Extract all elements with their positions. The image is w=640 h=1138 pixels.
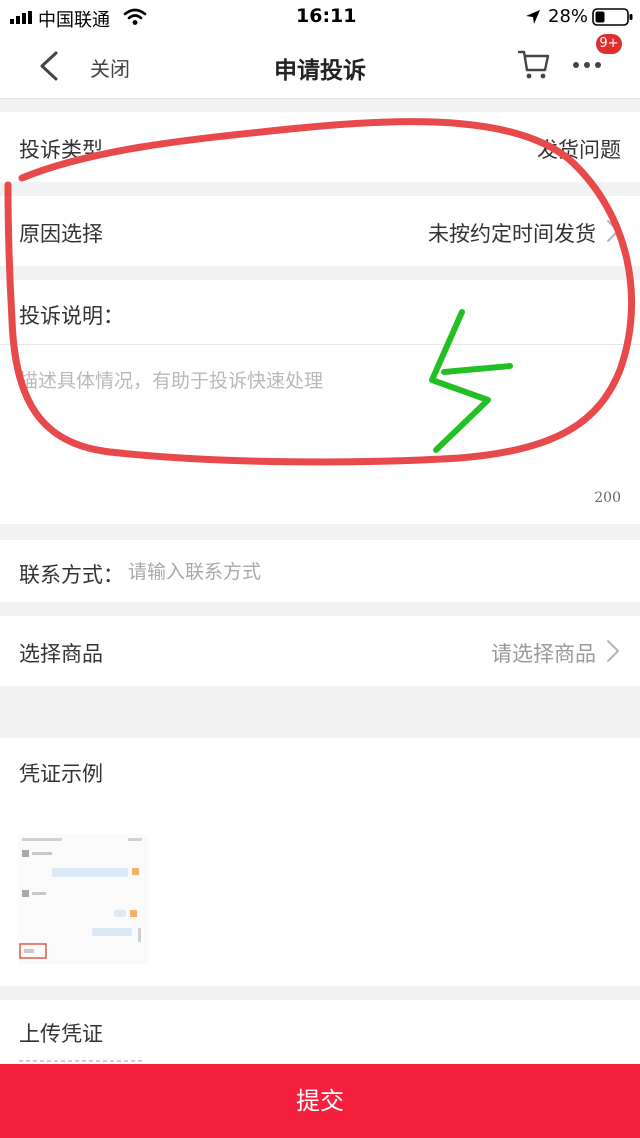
more-dots-icon (573, 62, 601, 68)
select-product-row[interactable]: 选择商品 请选择商品 (0, 616, 640, 686)
description-textarea[interactable] (19, 366, 619, 476)
complaint-type-value: 发货问题 (537, 138, 621, 162)
select-product-label: 选择商品 (19, 642, 103, 666)
back-button[interactable] (36, 50, 60, 82)
char-limit: 200 (594, 490, 621, 506)
voucher-example-section: 凭证示例 (0, 738, 640, 986)
status-time: 16:11 (296, 5, 357, 27)
description-section: 投诉说明： 200 (0, 280, 640, 524)
location-arrow-icon (526, 10, 540, 24)
divider (0, 344, 640, 345)
complaint-type-row[interactable]: 投诉类型 发货问题 (0, 112, 640, 182)
reason-row[interactable]: 原因选择 未按约定时间发货 (0, 196, 640, 266)
status-bar: 中国联通 16:11 28% (0, 0, 640, 34)
select-product-value: 请选择商品 (491, 642, 596, 666)
battery-percent: 28% (548, 6, 589, 27)
submit-button[interactable]: 提交 (0, 1064, 640, 1138)
complaint-type-label: 投诉类型 (19, 138, 103, 162)
shopping-cart-icon[interactable] (516, 46, 552, 82)
contact-input[interactable] (128, 557, 608, 587)
upload-section: 上传凭证 (0, 1000, 640, 1064)
close-button[interactable]: 关闭 (90, 53, 130, 82)
notification-badge: 9+ (596, 34, 622, 54)
voucher-example-label: 凭证示例 (19, 762, 103, 786)
wifi-icon (123, 8, 147, 25)
battery-icon (592, 8, 633, 26)
reason-label: 原因选择 (19, 222, 103, 246)
contact-row: 联系方式： (0, 540, 640, 602)
carrier-name: 中国联通 (38, 10, 110, 31)
contact-label: 联系方式： (19, 563, 124, 587)
nav-bar: 关闭 申请投诉 (0, 34, 640, 99)
chevron-right-icon (607, 220, 619, 242)
chevron-right-icon (607, 640, 619, 662)
signal-icon (10, 11, 32, 24)
voucher-example-image[interactable] (18, 834, 148, 964)
dotted-divider (19, 1060, 143, 1062)
reason-value: 未按约定时间发货 (428, 222, 596, 246)
upload-label: 上传凭证 (19, 1022, 103, 1046)
description-label: 投诉说明： (19, 304, 124, 328)
